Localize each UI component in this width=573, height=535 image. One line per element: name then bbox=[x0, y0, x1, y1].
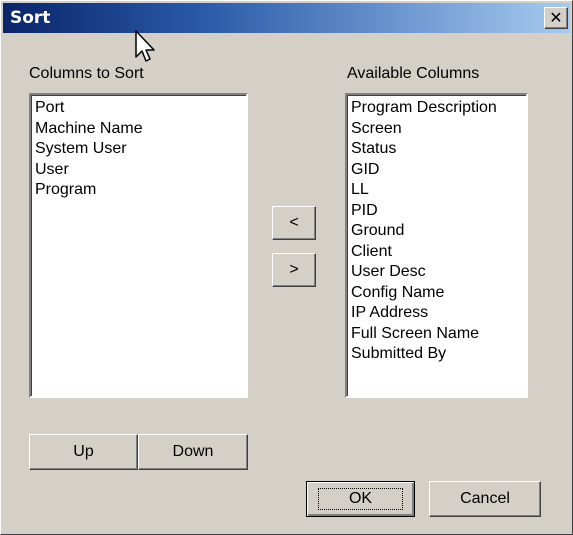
available-column-item[interactable]: User Desc bbox=[351, 262, 526, 283]
available-column-item[interactable]: Status bbox=[351, 139, 526, 160]
move-right-button[interactable]: > bbox=[272, 253, 316, 287]
available-column-item[interactable]: IP Address bbox=[351, 303, 526, 324]
columns-to-sort-label: Columns to Sort bbox=[29, 65, 144, 82]
available-column-item[interactable]: Full Screen Name bbox=[351, 324, 526, 345]
available-column-item[interactable]: Program Description bbox=[351, 98, 526, 119]
sort-column-item[interactable]: System User bbox=[35, 139, 246, 160]
available-column-item[interactable]: Submitted By bbox=[351, 344, 526, 365]
ok-button-label: OK bbox=[317, 488, 404, 510]
available-column-item[interactable]: Screen bbox=[351, 119, 526, 140]
up-button[interactable]: Up bbox=[29, 434, 138, 470]
available-columns-label: Available Columns bbox=[347, 65, 480, 82]
available-columns-list[interactable]: Program Description Screen Status GID LL PID G… bbox=[345, 93, 528, 398]
available-column-item[interactable]: PID bbox=[351, 201, 526, 222]
sort-dialog: Sort ✕ Columns to Sort Port Machine Name S… bbox=[0, 0, 573, 535]
mouse-pointer-icon bbox=[135, 30, 155, 62]
sort-column-item[interactable]: Machine Name bbox=[35, 119, 246, 140]
close-button[interactable]: ✕ bbox=[544, 7, 568, 29]
columns-to-sort-list[interactable]: Port Machine Name System User User Program bbox=[29, 93, 248, 398]
sort-column-item[interactable]: Program bbox=[35, 180, 246, 201]
available-column-item[interactable]: LL bbox=[351, 180, 526, 201]
close-icon: ✕ bbox=[549, 8, 563, 27]
ok-button[interactable]: OK bbox=[306, 481, 415, 517]
available-column-item[interactable]: GID bbox=[351, 160, 526, 181]
down-button[interactable]: Down bbox=[138, 434, 248, 470]
available-column-item[interactable]: Ground bbox=[351, 221, 526, 242]
move-left-button[interactable]: < bbox=[272, 206, 316, 240]
sort-column-item[interactable]: User bbox=[35, 160, 246, 181]
window-title: Sort bbox=[10, 8, 51, 28]
sort-column-item[interactable]: Port bbox=[35, 98, 246, 119]
title-bar[interactable]: Sort ✕ bbox=[3, 3, 570, 33]
available-column-item[interactable]: Client bbox=[351, 242, 526, 263]
available-column-item[interactable]: Config Name bbox=[351, 283, 526, 304]
cancel-button[interactable]: Cancel bbox=[429, 481, 541, 517]
